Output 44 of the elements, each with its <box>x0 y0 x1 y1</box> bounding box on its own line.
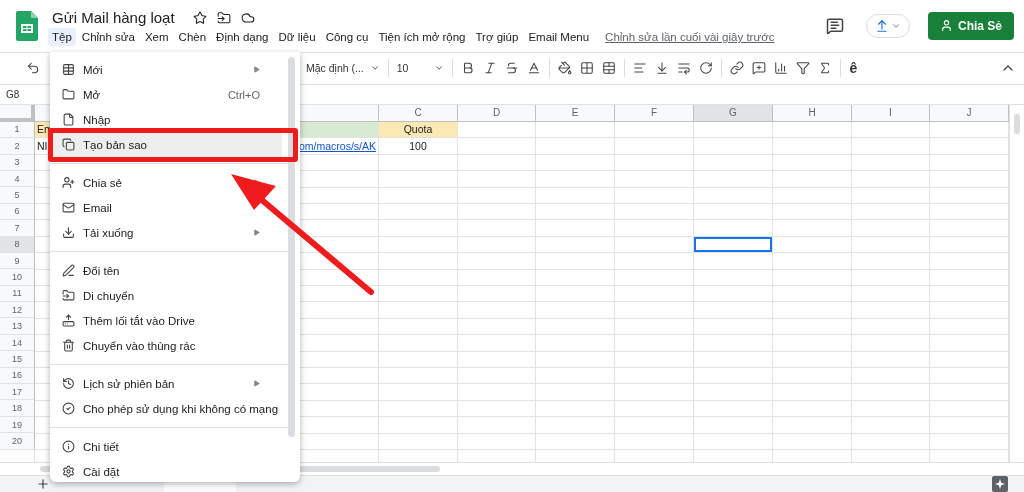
menu-item[interactable]: Định dạng <box>212 28 273 47</box>
menu-item[interactable]: Tạo bản sao <box>52 132 282 157</box>
document-title[interactable]: Gửi Mail hàng loạt <box>52 9 175 27</box>
menu-item[interactable]: Công cụ <box>321 28 373 47</box>
share-button[interactable]: Chia Sẻ <box>928 11 1014 40</box>
row-header[interactable]: 2 <box>0 138 35 155</box>
row-header[interactable]: 13 <box>0 318 35 335</box>
font-dropdown[interactable]: Mặc định (... <box>306 62 380 75</box>
menu-item[interactable]: Mới <box>52 57 282 82</box>
menu-item[interactable]: Email <box>52 195 282 220</box>
row-header[interactable]: 5 <box>0 187 35 204</box>
menu-item[interactable]: Chỉnh sửa <box>77 28 139 47</box>
menu-item[interactable]: Chuyển vào thùng rác <box>52 333 282 358</box>
menu-item[interactable]: Cho phép sử dụng khi không có mạng <box>52 396 282 421</box>
menu-item[interactable]: Xem <box>140 28 173 47</box>
menu-item[interactable]: Nhập <box>52 107 282 132</box>
row-header[interactable]: 7 <box>0 220 35 237</box>
row-header[interactable]: 15 <box>0 351 35 368</box>
row-header[interactable]: 18 <box>0 400 35 417</box>
menu-item[interactable]: Mở Ctrl+O <box>52 82 282 107</box>
table-cell[interactable]: 100 <box>379 138 457 154</box>
menu-item[interactable]: Lịch sử phiên bản <box>52 371 282 396</box>
menu-item[interactable]: Đổi tên <box>52 258 282 283</box>
menu-item[interactable]: Chèn <box>174 28 211 47</box>
menu-item[interactable]: Tệp <box>48 28 76 47</box>
row-header[interactable]: 17 <box>0 384 35 401</box>
menu-item[interactable]: Dữ liệu <box>274 28 320 47</box>
menu-item[interactable]: Cài đặt <box>52 459 282 482</box>
font-size-dropdown[interactable]: 10 <box>396 62 445 75</box>
last-edit-link[interactable]: Chỉnh sửa lần cuối vài giây trước <box>605 31 775 44</box>
menu-item[interactable]: Tải xuống <box>52 220 282 245</box>
name-box[interactable]: G8 <box>6 88 20 100</box>
menu-item[interactable]: Trợ giúp <box>471 28 523 47</box>
row-header[interactable]: 10 <box>0 269 35 286</box>
menu-item[interactable]: Chia sẻ <box>52 170 282 195</box>
menu-item[interactable]: Thêm lối tắt vào Drive <box>52 308 282 333</box>
menu-item[interactable]: Chi tiết <box>52 434 282 459</box>
row-header[interactable]: 20 <box>0 433 35 450</box>
menu-item[interactable]: Tiện ích mở rộng <box>374 28 470 47</box>
menu-item[interactable]: Di chuyển <box>52 283 282 308</box>
menu-item[interactable]: Email Menu <box>524 28 594 47</box>
input-tools-button[interactable]: ê <box>849 60 858 77</box>
shortcut-text: Ctrl+O <box>227 88 260 101</box>
row-header[interactable]: 12 <box>0 302 35 319</box>
